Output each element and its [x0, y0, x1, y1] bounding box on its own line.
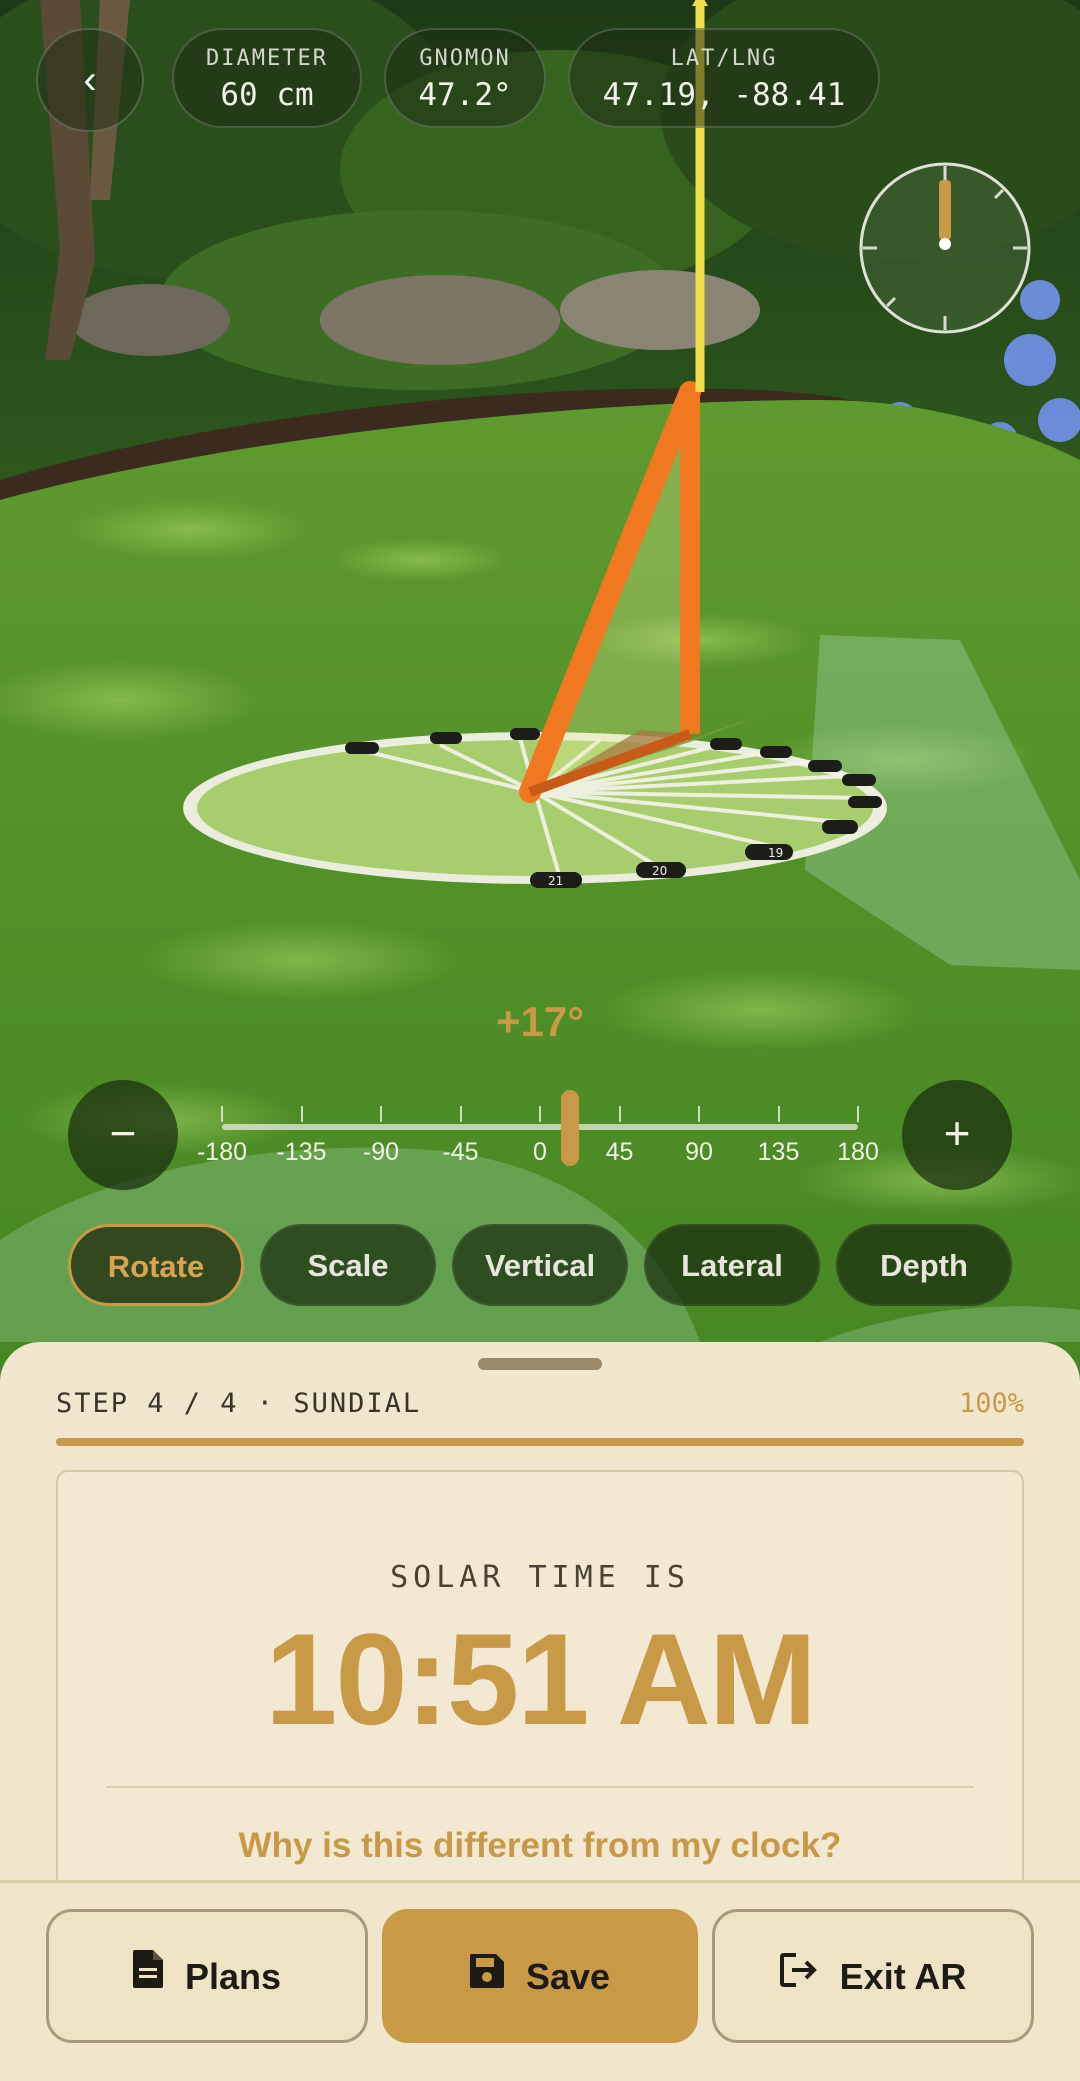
slider-tick-label: 180 — [837, 1138, 879, 1166]
slider-tick — [300, 1106, 303, 1122]
plus-icon: + — [943, 1107, 971, 1159]
slider-tick — [380, 1106, 382, 1122]
hour-label: 21 — [548, 874, 563, 888]
slider-tick-label: 45 — [605, 1138, 634, 1166]
slider-tick — [459, 1106, 462, 1122]
slider-tick-label: 90 — [685, 1138, 713, 1166]
compass-icon[interactable] — [855, 158, 1035, 338]
hour-label: 19 — [768, 846, 783, 860]
diameter-value: 60 cm — [220, 77, 314, 113]
back-button[interactable]: ‹ — [36, 28, 144, 132]
document-icon — [132, 1911, 163, 2041]
gnomon-value: 47.2° — [418, 77, 512, 113]
mode-chip-lateral[interactable]: Lateral — [644, 1224, 820, 1306]
slider-tick — [539, 1106, 541, 1122]
gnomon-readout[interactable]: GNOMON 47.2° — [384, 28, 546, 128]
decrease-button[interactable]: − — [68, 1080, 178, 1190]
exit-icon — [779, 1911, 818, 2041]
slider-tick — [857, 1106, 859, 1122]
why-different-link[interactable]: Why is this different from my clock? — [58, 1826, 1022, 1866]
card-divider — [106, 1786, 974, 1788]
increase-button[interactable]: + — [902, 1080, 1012, 1190]
diameter-label: DIAMETER — [206, 46, 328, 71]
action-bar: Plans Save Exit AR — [0, 1880, 1080, 2081]
step-progress-fill — [56, 1438, 1024, 1446]
slider-tick-label: -90 — [362, 1138, 400, 1166]
step-progress-bar — [56, 1438, 1024, 1446]
save-label: Save — [525, 1956, 611, 1997]
sheet-grab-handle[interactable] — [478, 1358, 602, 1370]
slider-tick-label: -45 — [442, 1138, 479, 1166]
step-label: STEP 4 / 4 · SUNDIAL — [56, 1388, 422, 1419]
hour-label: 20 — [652, 864, 667, 878]
exit-ar-label: Exit AR — [839, 1956, 967, 1997]
slider-tick-label: 135 — [757, 1138, 800, 1166]
chevron-left-icon: ‹ — [83, 58, 97, 102]
gnomon-label: GNOMON — [419, 46, 511, 71]
slider-tick — [777, 1106, 780, 1122]
latlng-label: LAT/LNG — [670, 46, 778, 71]
mode-chip-vertical[interactable]: Vertical — [452, 1224, 628, 1306]
solar-time-value: 10:51 AM — [265, 1606, 817, 1752]
minus-icon: − — [109, 1107, 137, 1159]
slider-tick — [698, 1106, 700, 1122]
latlng-value: 47.19, -88.41 — [602, 77, 846, 113]
rotation-slider[interactable]: -180 -135 -90 -45 0 45 90 135 180 — [197, 1106, 879, 1166]
slider-tick-label: -180 — [196, 1138, 248, 1166]
diameter-readout[interactable]: DIAMETER 60 cm — [172, 28, 362, 128]
mode-chip-rotate[interactable]: Rotate — [68, 1224, 244, 1306]
slider-tick — [221, 1106, 223, 1122]
plans-button[interactable]: Plans — [46, 1909, 368, 2043]
save-button[interactable]: Save — [382, 1909, 698, 2043]
slider-tick — [618, 1106, 621, 1122]
step-percent: 100% — [958, 1388, 1024, 1419]
floppy-disk-icon — [469, 1911, 504, 2041]
plans-label: Plans — [184, 1956, 282, 1997]
mode-chip-depth[interactable]: Depth — [836, 1224, 1012, 1306]
angle-readout: +17° — [495, 998, 585, 1045]
latlng-readout[interactable]: LAT/LNG 47.19, -88.41 — [568, 28, 880, 128]
mode-chip-scale[interactable]: Scale — [260, 1224, 436, 1306]
exit-ar-button[interactable]: Exit AR — [712, 1909, 1034, 2043]
slider-thumb[interactable] — [561, 1090, 580, 1166]
slider-tick-label: -135 — [276, 1138, 327, 1166]
solar-time-caption: SOLAR TIME IS — [390, 1560, 690, 1595]
solar-time-card: SOLAR TIME IS 10:51 AM Why is this diffe… — [56, 1470, 1024, 1890]
